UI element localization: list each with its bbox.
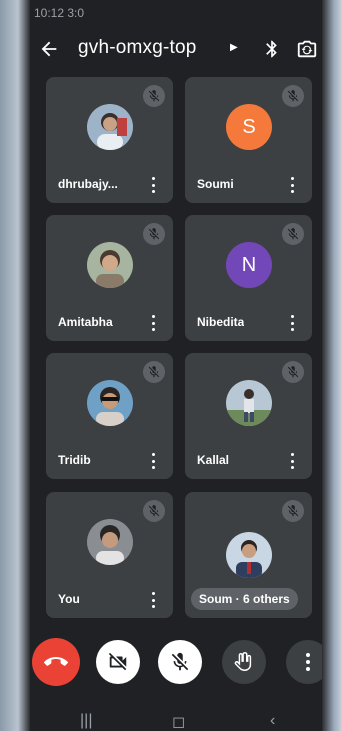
avatar: N <box>226 242 272 288</box>
recent-apps-icon[interactable]: ||| <box>80 712 92 730</box>
participant-tile[interactable]: Kallal <box>185 353 312 479</box>
mic-off-icon <box>143 223 165 245</box>
back-arrow-icon[interactable] <box>38 38 60 60</box>
mic-off-icon <box>282 223 304 245</box>
participant-tile[interactable]: N Nibedita <box>185 215 312 341</box>
participant-tile-self[interactable]: You <box>46 492 173 618</box>
mic-off-icon <box>143 85 165 107</box>
avatar <box>87 519 133 565</box>
more-options-icon[interactable] <box>151 315 155 331</box>
participant-name: Tridib <box>58 453 91 467</box>
back-nav-icon[interactable]: ‹ <box>270 712 275 730</box>
mic-off-icon <box>143 500 165 522</box>
more-options-icon[interactable] <box>151 453 155 469</box>
avatar: S <box>226 104 272 150</box>
participant-name: Nibedita <box>197 315 245 329</box>
avatar <box>87 104 133 150</box>
avatar <box>226 532 272 578</box>
more-options-button[interactable] <box>286 640 322 684</box>
participant-name: Amitabha <box>58 315 113 329</box>
end-call-button[interactable] <box>32 638 80 686</box>
raise-hand-button[interactable] <box>222 640 266 684</box>
mic-off-icon <box>143 361 165 383</box>
hand-icon <box>234 652 252 671</box>
avatar-initial: S <box>242 115 256 138</box>
participant-tile[interactable]: Amitabha <box>46 215 173 341</box>
call-controls <box>30 638 322 688</box>
meet-call-screen: 10:12 3:0 gvh-omxg-top ▶ dhrubajy... S S… <box>30 0 322 731</box>
more-options-icon[interactable] <box>290 177 294 193</box>
status-bar: 10:12 3:0 <box>30 0 322 30</box>
microphone-toggle-button[interactable] <box>158 640 202 684</box>
avatar <box>87 242 133 288</box>
participant-name: Soumi <box>197 177 234 191</box>
meeting-code-title[interactable]: gvh-omxg-top <box>78 37 197 59</box>
camera-toggle-button[interactable] <box>96 640 140 684</box>
video-off-icon <box>108 652 127 671</box>
bluetooth-icon[interactable] <box>262 38 282 60</box>
mic-off-icon <box>282 361 304 383</box>
caret-right-icon[interactable]: ▶ <box>230 42 238 53</box>
avatar <box>87 380 133 426</box>
status-time: 10:12 3:0 <box>34 6 85 20</box>
participant-name: Kallal <box>197 453 230 467</box>
switch-camera-icon[interactable] <box>296 38 318 60</box>
more-vert-icon <box>306 653 310 671</box>
system-nav-bar: ||| ◻ ‹ <box>30 708 322 731</box>
participant-name: dhrubajy... <box>58 177 118 191</box>
more-options-icon[interactable] <box>151 177 155 193</box>
participant-tile[interactable]: Tridib <box>46 353 173 479</box>
more-options-icon[interactable] <box>151 592 155 608</box>
home-icon[interactable]: ◻ <box>172 712 185 731</box>
more-options-icon[interactable] <box>290 453 294 469</box>
others-count-badge[interactable]: Soum · 6 others <box>191 588 298 610</box>
participant-tile[interactable]: dhrubajy... <box>46 77 173 203</box>
mic-off-icon <box>282 500 304 522</box>
avatar <box>226 380 272 426</box>
participant-tile[interactable]: S Soumi <box>185 77 312 203</box>
hang-up-icon <box>44 657 68 666</box>
participant-tile-others[interactable]: Soum · 6 others <box>185 492 312 618</box>
avatar-initial: N <box>241 253 257 276</box>
more-options-icon[interactable] <box>290 315 294 331</box>
mic-off-icon <box>282 85 304 107</box>
app-bar: gvh-omxg-top ▶ <box>30 32 322 68</box>
mic-off-icon <box>171 652 189 671</box>
participant-name: You <box>58 592 80 606</box>
